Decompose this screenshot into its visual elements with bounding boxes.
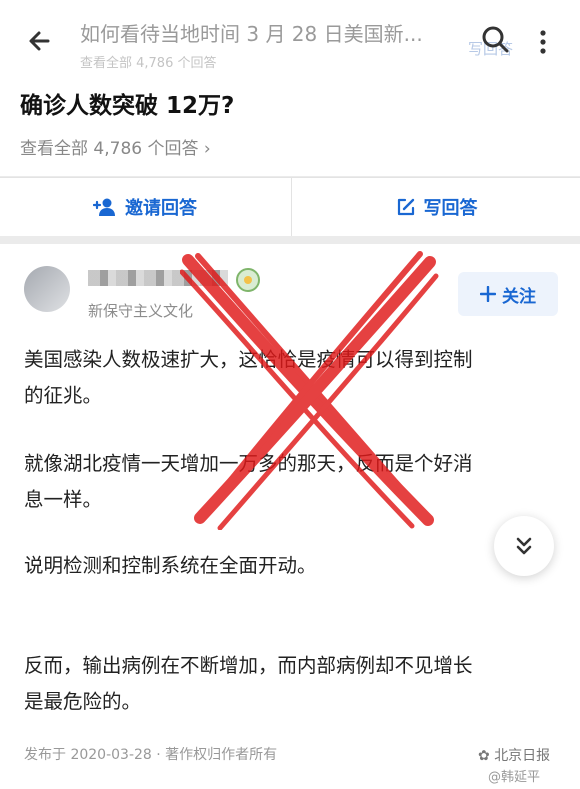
invite-answer-label: 邀请回答 (125, 198, 197, 219)
search-icon[interactable] (480, 24, 510, 54)
header-subtitle: 查看全部 4,786 个回答 (80, 56, 217, 71)
avatar[interactable] (24, 266, 70, 312)
view-all-answers-link[interactable]: 查看全部 4,786 个回答 › (20, 134, 211, 159)
answer-paragraph: 说明检测和控制系统在全面开动。 (24, 554, 317, 577)
add-person-icon (93, 198, 115, 216)
expand-button[interactable] (494, 516, 554, 576)
follow-button[interactable]: 关注 (458, 272, 558, 316)
question-title: 确诊人数突破 12万? (20, 93, 235, 119)
red-x-overlay (180, 251, 439, 530)
watermark-line1: 北京日报 (494, 748, 551, 764)
action-bar: 邀请回答 写回答 (0, 177, 580, 236)
invite-answer-button[interactable]: 邀请回答 (0, 178, 290, 236)
double-chevron-down-icon (516, 537, 532, 555)
edit-icon (397, 198, 414, 216)
answer-paragraph: 反而，输出病例在不断增加，而内部病例却不见增长 是最危险的。 (24, 654, 473, 713)
more-options-icon[interactable] (536, 28, 550, 56)
author-description: 新保守主义文化 (88, 302, 194, 320)
header-title: 如何看待当地时间 3 月 28 日美国新... (80, 22, 423, 46)
answer-footer: 发布于 2020-03-28 · 著作权归作者所有 (24, 747, 278, 763)
wechat-icon: ✿ (478, 748, 490, 764)
plus-icon (480, 286, 496, 302)
top-bar: 如何看待当地时间 3 月 28 日美国新... 查看全部 4,786 个回答 写… (0, 0, 580, 72)
back-arrow-icon[interactable] (24, 24, 58, 58)
watermark-source: ✿ 北京日报 (478, 746, 550, 766)
follow-label: 关注 (502, 286, 536, 307)
write-answer-label: 写回答 (423, 198, 478, 219)
watermark-author: @韩延平 (488, 770, 541, 785)
question-section: 确诊人数突破 12万? 查看全部 4,786 个回答 › (0, 72, 580, 176)
write-answer-button[interactable]: 写回答 (291, 178, 580, 236)
